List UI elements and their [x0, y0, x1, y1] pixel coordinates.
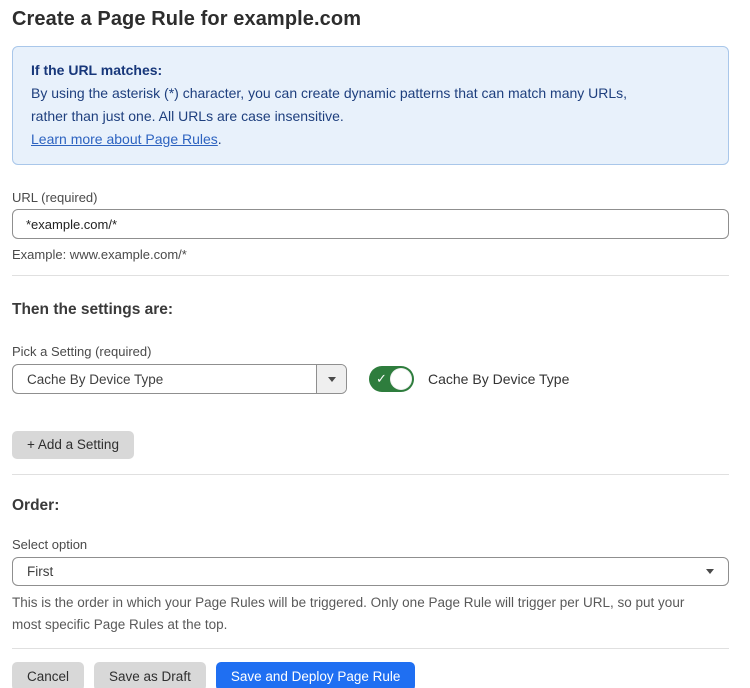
divider: [12, 275, 729, 276]
link-suffix: .: [218, 131, 222, 147]
add-setting-button[interactable]: + Add a Setting: [12, 431, 134, 459]
setting-row: Cache By Device Type ✓ Cache By Device T…: [12, 364, 729, 394]
order-helper-text: This is the order in which your Page Rul…: [12, 592, 729, 636]
toggle-knob: [390, 368, 412, 390]
divider: [12, 648, 729, 649]
setting-dropdown-value: Cache By Device Type: [13, 372, 316, 387]
setting-toggle-label: Cache By Device Type: [428, 371, 569, 387]
order-helper-line2: most specific Page Rules at the top.: [12, 614, 729, 636]
info-box-heading: If the URL matches:: [31, 59, 710, 82]
url-example-helper: Example: www.example.com/*: [12, 247, 729, 262]
setting-dropdown[interactable]: Cache By Device Type: [12, 364, 347, 394]
order-section-heading: Order:: [12, 497, 729, 515]
check-icon: ✓: [376, 372, 387, 385]
cancel-button[interactable]: Cancel: [12, 662, 84, 688]
url-match-info-box: If the URL matches: By using the asteris…: [12, 46, 729, 165]
page-title: Create a Page Rule for example.com: [12, 8, 729, 31]
info-box-link-line: Learn more about Page Rules.: [31, 128, 710, 151]
save-and-deploy-button[interactable]: Save and Deploy Page Rule: [216, 662, 416, 688]
info-box-body-line1: By using the asterisk (*) character, you…: [31, 82, 710, 105]
learn-more-link[interactable]: Learn more about Page Rules: [31, 131, 218, 147]
order-select-value: First: [13, 564, 53, 579]
setting-dropdown-arrow-button[interactable]: [316, 365, 346, 393]
page-rule-form: Create a Page Rule for example.com If th…: [0, 0, 750, 688]
form-actions: Cancel Save as Draft Save and Deploy Pag…: [12, 662, 729, 688]
order-select[interactable]: First: [12, 557, 729, 586]
url-field-label: URL (required): [12, 190, 729, 205]
save-as-draft-button[interactable]: Save as Draft: [94, 662, 206, 688]
chevron-down-icon: [706, 569, 714, 574]
divider: [12, 474, 729, 475]
url-input[interactable]: [12, 209, 729, 239]
setting-toggle[interactable]: ✓: [369, 366, 414, 392]
info-box-body-line2: rather than just one. All URLs are case …: [31, 105, 710, 128]
settings-section-heading: Then the settings are:: [12, 301, 729, 319]
pick-setting-label: Pick a Setting (required): [12, 344, 729, 359]
order-select-label: Select option: [12, 537, 729, 552]
order-helper-line1: This is the order in which your Page Rul…: [12, 592, 729, 614]
chevron-down-icon: [328, 377, 336, 382]
